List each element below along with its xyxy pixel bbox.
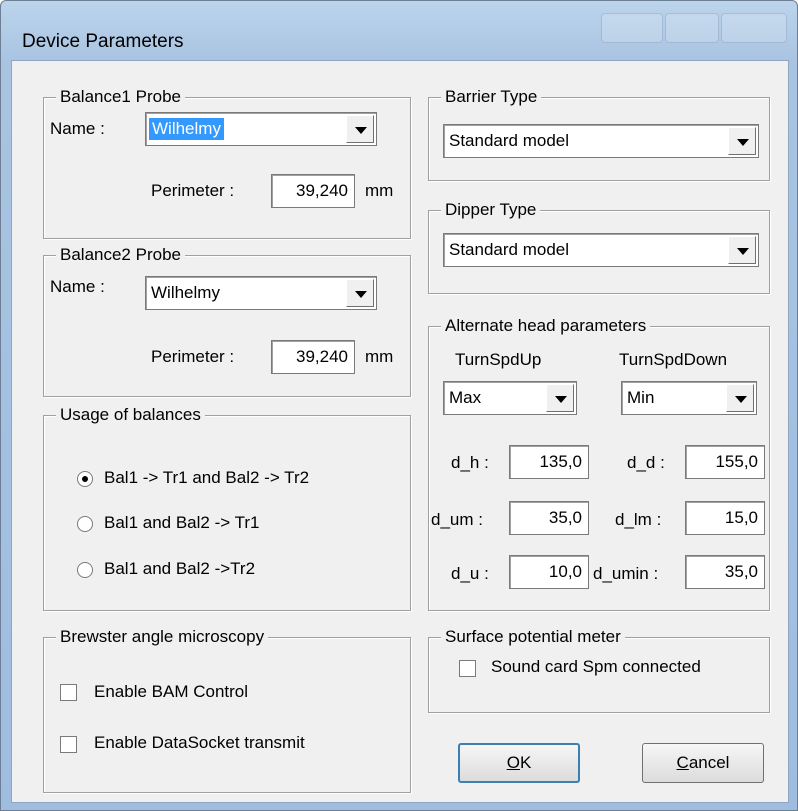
- d-lm-label: d_lm :: [615, 510, 662, 529]
- enable-datasocket-checkbox[interactable]: [60, 736, 77, 753]
- chevron-down-icon: [355, 291, 367, 298]
- dipper-type-legend: Dipper Type: [441, 199, 541, 221]
- brewster-angle-microscopy-legend: Brewster angle microscopy: [56, 626, 269, 648]
- sound-card-spm-checkbox[interactable]: [459, 660, 476, 677]
- turn-speed-down-value: Min: [627, 388, 655, 407]
- usage-option-1-label[interactable]: Bal1 -> Tr1 and Bal2 -> Tr2: [104, 467, 309, 489]
- dropdown-button[interactable]: [728, 127, 756, 155]
- balance2-name-value: Wilhelmy: [151, 283, 220, 302]
- cancel-label-rest: ancel: [688, 753, 730, 772]
- ok-label-rest: K: [519, 753, 532, 772]
- dipper-type-value: Standard model: [449, 240, 570, 259]
- d-h-input[interactable]: 135,0: [509, 445, 589, 479]
- radio-selected-dot: [82, 476, 88, 482]
- d-um-input[interactable]: 35,0: [509, 501, 589, 535]
- chevron-down-icon: [355, 127, 367, 134]
- usage-of-balances-group: Usage of balances Bal1 -> Tr1 and Bal2 -…: [43, 404, 411, 611]
- chevron-down-icon: [555, 396, 567, 403]
- d-d-input[interactable]: 155,0: [685, 445, 765, 479]
- barrier-type-value: Standard model: [449, 131, 570, 150]
- dropdown-button[interactable]: [346, 115, 374, 143]
- d-um-label: d_um :: [431, 510, 483, 529]
- turn-speed-down-label: TurnSpdDown: [619, 350, 728, 369]
- balance1-perimeter-unit: mm: [365, 181, 394, 200]
- barrier-type-combobox[interactable]: Standard model: [443, 124, 759, 158]
- balance2-probe-group: Balance2 Probe Name : Wilhelmy Perimeter…: [43, 244, 411, 397]
- turn-speed-up-combobox[interactable]: Max: [443, 381, 577, 415]
- dropdown-button[interactable]: [726, 384, 754, 412]
- balance2-perimeter-input[interactable]: 39,240: [271, 340, 355, 374]
- chevron-down-icon: [737, 139, 749, 146]
- d-umin-label: d_umin :: [593, 564, 659, 583]
- usage-option-3-radio[interactable]: [77, 562, 93, 578]
- balance1-name-value: Wilhelmy: [149, 118, 224, 140]
- turn-speed-down-combobox[interactable]: Min: [621, 381, 757, 415]
- ok-mnemonic: O: [506, 753, 520, 772]
- barrier-type-legend: Barrier Type: [441, 86, 542, 108]
- d-u-input[interactable]: 10,0: [509, 555, 589, 589]
- usage-option-3-label[interactable]: Bal1 and Bal2 ->Tr2: [104, 558, 255, 580]
- device-parameters-window: Device Parameters Balance1 Probe Name : …: [0, 0, 798, 811]
- usage-option-1-radio[interactable]: [77, 471, 93, 487]
- sound-card-spm-label[interactable]: Sound card Spm connected: [491, 656, 701, 678]
- balance1-probe-legend: Balance1 Probe: [56, 86, 185, 108]
- brewster-angle-microscopy-group: Brewster angle microscopy Enable BAM Con…: [43, 626, 411, 793]
- dropdown-button[interactable]: [546, 384, 574, 412]
- alternate-head-parameters-group: Alternate head parameters TurnSpdUp Turn…: [428, 315, 770, 611]
- surface-potential-meter-group: Surface potential meter Sound card Spm c…: [428, 626, 770, 713]
- balance1-probe-group: Balance1 Probe Name : Wilhelmy Perimeter…: [43, 86, 411, 239]
- balance1-perimeter-label: Perimeter :: [151, 181, 235, 200]
- usage-option-2-radio[interactable]: [77, 516, 93, 532]
- maximize-button[interactable]: [665, 13, 719, 43]
- title-bar[interactable]: Device Parameters: [1, 1, 797, 59]
- dialog-client-area: Balance1 Probe Name : Wilhelmy Perimeter…: [11, 60, 789, 803]
- barrier-type-group: Barrier Type Standard model: [428, 86, 770, 181]
- chevron-down-icon: [735, 396, 747, 403]
- chevron-down-icon: [737, 248, 749, 255]
- dropdown-button[interactable]: [728, 236, 756, 264]
- alternate-head-parameters-legend: Alternate head parameters: [441, 315, 651, 337]
- balance2-perimeter-label: Perimeter :: [151, 347, 235, 366]
- enable-bam-checkbox[interactable]: [60, 684, 77, 701]
- d-d-label: d_d :: [627, 453, 665, 472]
- balance2-perimeter-unit: mm: [365, 347, 394, 366]
- balance1-name-combobox[interactable]: Wilhelmy: [145, 112, 377, 146]
- balance2-name-label: Name :: [50, 277, 105, 296]
- enable-bam-label[interactable]: Enable BAM Control: [94, 681, 248, 703]
- d-lm-input[interactable]: 15,0: [685, 501, 765, 535]
- d-umin-input[interactable]: 35,0: [685, 555, 765, 589]
- close-button[interactable]: [721, 13, 787, 43]
- usage-of-balances-legend: Usage of balances: [56, 404, 205, 426]
- enable-datasocket-label[interactable]: Enable DataSocket transmit: [94, 732, 305, 754]
- turn-speed-up-value: Max: [449, 388, 482, 407]
- dipper-type-combobox[interactable]: Standard model: [443, 233, 759, 267]
- minimize-button[interactable]: [601, 13, 663, 43]
- surface-potential-meter-legend: Surface potential meter: [441, 626, 625, 648]
- balance1-perimeter-input[interactable]: 39,240: [271, 174, 355, 208]
- cancel-mnemonic: C: [676, 753, 689, 772]
- window-title: Device Parameters: [22, 31, 184, 52]
- ok-button[interactable]: OK: [458, 743, 580, 783]
- cancel-button[interactable]: Cancel: [642, 743, 764, 783]
- usage-option-2-label[interactable]: Bal1 and Bal2 -> Tr1: [104, 512, 259, 534]
- balance1-name-label: Name :: [50, 119, 105, 138]
- d-h-label: d_h :: [451, 453, 489, 472]
- d-u-label: d_u :: [451, 564, 489, 583]
- dipper-type-group: Dipper Type Standard model: [428, 199, 770, 294]
- balance2-name-combobox[interactable]: Wilhelmy: [145, 276, 377, 310]
- balance2-probe-legend: Balance2 Probe: [56, 244, 185, 266]
- turn-speed-up-label: TurnSpdUp: [455, 350, 542, 369]
- dropdown-button[interactable]: [346, 279, 374, 307]
